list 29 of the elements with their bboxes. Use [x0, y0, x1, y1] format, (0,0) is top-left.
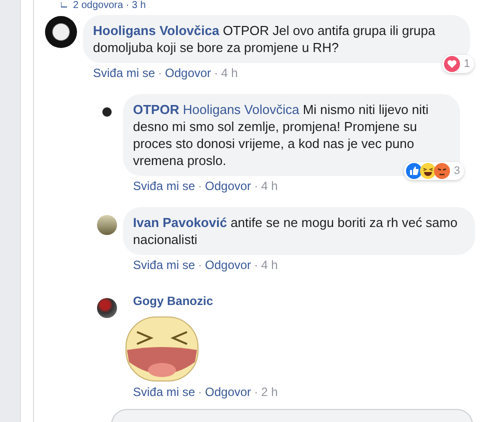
like-link[interactable]: Sviđa mi se: [133, 385, 196, 399]
separator-dot: ·: [254, 258, 258, 272]
laughing-face-icon: [420, 163, 436, 179]
reply-link[interactable]: Odgovor: [205, 179, 252, 193]
like-link[interactable]: Sviđa mi se: [93, 66, 156, 80]
reply-link[interactable]: Odgovor: [205, 385, 252, 399]
reply-link[interactable]: Odgovor: [165, 66, 212, 80]
replies-link[interactable]: 2 odgovora · 3 h: [45, 0, 497, 11]
separator-dot: ·: [254, 385, 258, 399]
separator-dot: ·: [214, 66, 218, 80]
author-link[interactable]: Ivan Pavoković: [133, 215, 227, 230]
avatar-image[interactable]: [97, 298, 117, 318]
angry-face-icon: [434, 163, 450, 179]
comment-text: Hooligans Volovčica OTPOR Jel ovo antifa grupa ili grupa domoljuba koji se bore za promjene u RH?: [93, 23, 436, 55]
author-link[interactable]: OTPOR: [133, 102, 180, 117]
separator-dot: ·: [198, 179, 202, 193]
thumbs-up-icon: [406, 163, 422, 179]
separator-dot: ·: [254, 179, 258, 193]
separator-dot: ·: [198, 385, 202, 399]
like-link[interactable]: Sviđa mi se: [133, 179, 196, 193]
author-link[interactable]: Gogy Banozic: [133, 294, 278, 308]
avatar-image[interactable]: [45, 16, 77, 48]
separator-dot: ·: [198, 258, 202, 272]
separator-dot: ·: [158, 66, 162, 80]
like-link[interactable]: Sviđa mi se: [133, 258, 196, 272]
mention-link[interactable]: Hooligans Volovčica: [182, 102, 300, 117]
author-link[interactable]: Hooligans Volovčica: [93, 23, 220, 38]
reply-link[interactable]: Odgovor: [205, 258, 252, 272]
comment-text: Ivan Pavoković antife se ne mogu boriti za rh već samo nacionalisti: [133, 215, 458, 247]
